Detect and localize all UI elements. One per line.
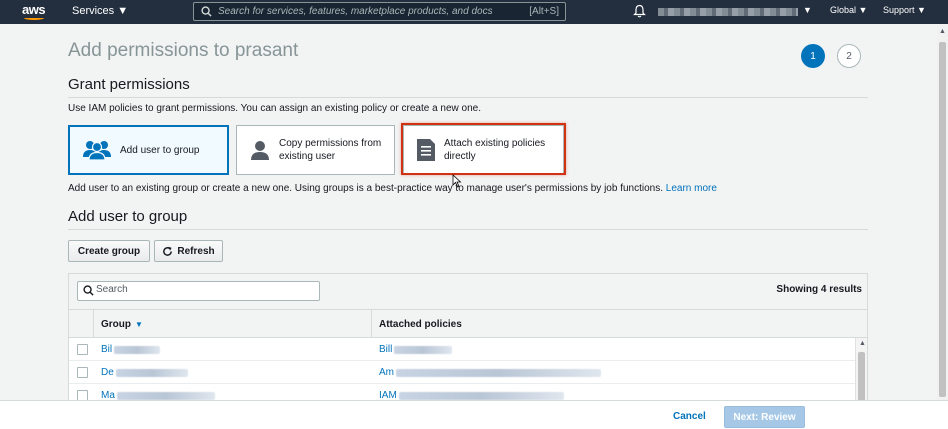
- option-attach-policies[interactable]: Attach existing policies directly: [403, 125, 564, 175]
- divider: [68, 97, 868, 98]
- scroll-up-icon[interactable]: ▲: [939, 28, 946, 35]
- page-title: Add permissions to prasant: [68, 40, 299, 61]
- refresh-button[interactable]: Refresh: [154, 240, 223, 262]
- table-scrollbar[interactable]: ▲: [855, 338, 867, 402]
- add-user-to-group-heading: Add user to group: [68, 208, 188, 225]
- support-menu[interactable]: Support ▼: [883, 5, 926, 15]
- redacted-text: [396, 368, 601, 377]
- row-checkbox[interactable]: [77, 367, 88, 378]
- services-menu[interactable]: Services ▼: [72, 5, 128, 17]
- region-label: Global: [830, 5, 857, 15]
- column-header-group[interactable]: Group ▼: [101, 319, 143, 330]
- caret-down-icon[interactable]: ▼: [803, 5, 812, 15]
- table-row[interactable]: De Am: [69, 361, 857, 384]
- redacted-text: [115, 368, 188, 377]
- scroll-up-icon[interactable]: ▲: [859, 340, 866, 347]
- option-label: Add user to group: [120, 144, 200, 156]
- option-description-text: Add user to an existing group or create …: [68, 183, 663, 194]
- group-name: De: [101, 367, 114, 378]
- step-indicator-2: 2: [837, 44, 861, 68]
- caret-down-icon: ▼: [917, 5, 926, 15]
- table-toolbar: Showing 4 results: [69, 274, 867, 310]
- option-label: Copy permissions from existing user: [279, 138, 382, 162]
- sort-desc-icon[interactable]: ▼: [135, 320, 143, 329]
- aws-logo-smile: [24, 16, 44, 20]
- column-header-label: Group: [101, 319, 131, 330]
- search-icon: [201, 6, 212, 17]
- cancel-button[interactable]: Cancel: [673, 411, 706, 422]
- search-shortcut: [Alt+S]: [529, 6, 559, 17]
- refresh-label: Refresh: [177, 245, 215, 257]
- refresh-icon: [163, 246, 173, 256]
- option-description: Add user to an existing group or create …: [68, 183, 717, 194]
- policy-name: Bill: [379, 344, 393, 355]
- group-name: Bil: [101, 344, 113, 355]
- divider: [68, 229, 868, 230]
- wizard-footer: Cancel Next: Review: [0, 400, 948, 429]
- table-header: Group ▼ Attached policies: [69, 310, 867, 338]
- groups-table: Showing 4 results Group ▼ Attached polici…: [68, 273, 868, 403]
- option-label: Attach existing policies directly: [444, 138, 546, 162]
- group-name-link[interactable]: De: [101, 367, 188, 378]
- redacted-text: [116, 391, 215, 400]
- top-nav-bar: aws Services ▼ Search for services, feat…: [0, 0, 948, 24]
- user-icon: [249, 139, 271, 161]
- group-search-input[interactable]: [96, 284, 316, 295]
- redacted-text: [394, 345, 453, 354]
- scrollbar-thumb[interactable]: [939, 42, 946, 397]
- next-review-button[interactable]: Next: Review: [724, 406, 805, 428]
- group-name-link[interactable]: Bil: [101, 344, 161, 355]
- policy-link[interactable]: Bill: [379, 344, 453, 355]
- search-icon: [83, 285, 94, 296]
- users-group-icon: [82, 139, 112, 161]
- group-search[interactable]: [77, 281, 320, 301]
- page-scrollbar[interactable]: ▲: [937, 24, 948, 400]
- step-indicator-1: 1: [801, 44, 825, 68]
- redacted-text: [398, 391, 564, 400]
- caret-down-icon: ▼: [858, 5, 868, 15]
- account-name-redacted[interactable]: [658, 8, 798, 16]
- region-menu[interactable]: Global ▼: [830, 5, 867, 15]
- option-copy-permissions[interactable]: Copy permissions from existing user: [236, 125, 395, 175]
- bell-icon[interactable]: [633, 4, 646, 18]
- grant-description: Use IAM policies to grant permissions. Y…: [68, 103, 481, 114]
- column-header-attached-policies[interactable]: Attached policies: [379, 319, 462, 330]
- global-search-placeholder: Search for services, features, marketpla…: [218, 6, 493, 17]
- aws-logo[interactable]: aws: [22, 2, 46, 17]
- redacted-text: [114, 345, 161, 354]
- grant-permissions-heading: Grant permissions: [68, 76, 190, 93]
- table-row[interactable]: Bil Bill: [69, 338, 857, 361]
- caret-down-icon: ▼: [117, 5, 129, 17]
- create-group-button[interactable]: Create group: [68, 240, 150, 262]
- option-add-user-to-group[interactable]: Add user to group: [68, 125, 229, 175]
- policy-link[interactable]: Am: [379, 367, 601, 378]
- scrollbar-thumb[interactable]: [858, 352, 865, 402]
- document-icon: [416, 138, 436, 162]
- support-label: Support: [883, 5, 915, 15]
- services-label: Services: [72, 5, 115, 17]
- global-search[interactable]: Search for services, features, marketpla…: [193, 2, 566, 21]
- row-checkbox[interactable]: [77, 344, 88, 355]
- results-count: Showing 4 results: [776, 284, 862, 295]
- learn-more-link[interactable]: Learn more: [666, 183, 717, 194]
- policy-name: Am: [379, 367, 394, 378]
